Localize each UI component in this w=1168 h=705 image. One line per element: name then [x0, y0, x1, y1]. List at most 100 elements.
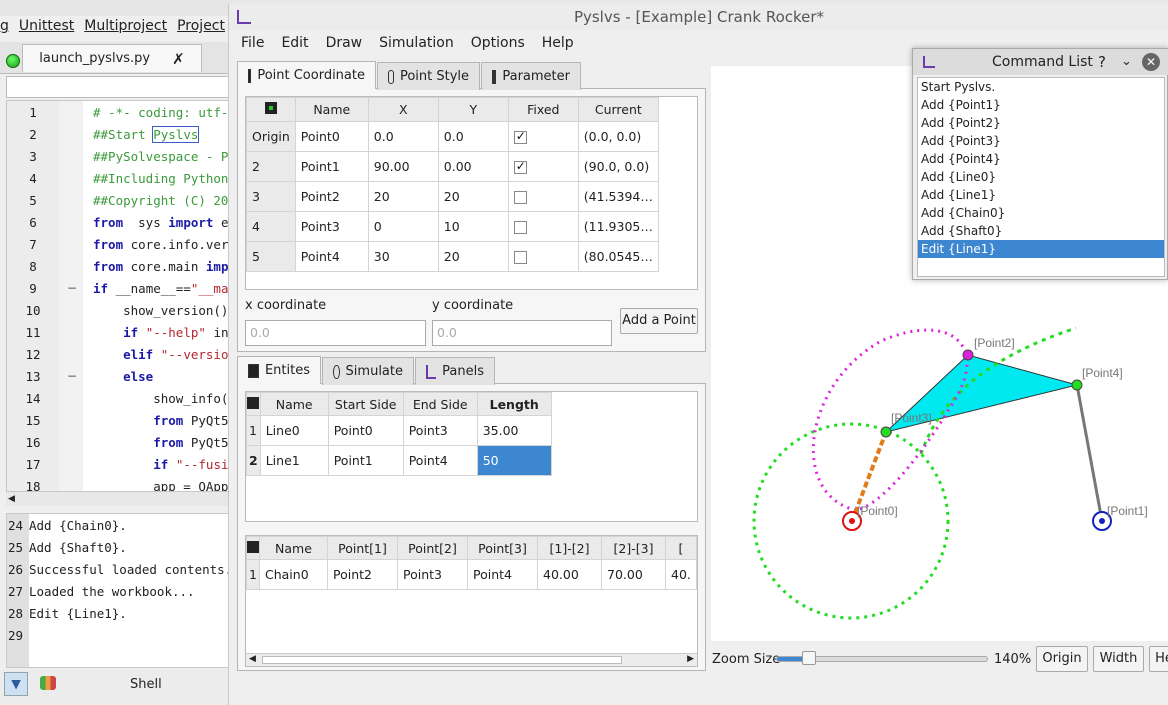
cell-current[interactable]: (0.0, 0.0) — [577, 121, 659, 152]
command-item[interactable]: Add {Point1} — [918, 96, 1164, 114]
cell-x[interactable]: 20 — [367, 181, 439, 212]
table-row[interactable]: 3 Point2 20 20 (41.5394… — [246, 181, 659, 212]
cell-end[interactable]: Point3 — [402, 415, 478, 446]
command-item[interactable]: Add {Point4} — [918, 150, 1164, 168]
column-header-chain-name[interactable]: Name — [259, 536, 328, 560]
close-icon[interactable]: ✗ — [172, 50, 185, 68]
column-header-point1[interactable]: Point[1] — [327, 536, 398, 560]
scrollbar-handle[interactable] — [262, 656, 622, 664]
cell-x[interactable]: 0 — [367, 211, 439, 242]
table-row[interactable]: 2Point190.000.00 (90.0, 0.0) — [246, 151, 659, 182]
cell-name[interactable]: Line0 — [259, 415, 329, 446]
table-row[interactable]: 4 Point3 0 10 (11.9305… — [246, 211, 659, 242]
column-header-point2[interactable]: Point[2] — [397, 536, 468, 560]
x-coordinate-input[interactable]: 0.0 — [245, 320, 426, 346]
menu-file[interactable]: File — [241, 35, 264, 51]
cell-y[interactable]: 0.0 — [437, 121, 509, 152]
editor-menu-item[interactable]: Multiproject — [84, 18, 167, 40]
cell-current[interactable]: (80.0545… — [577, 241, 659, 272]
scroll-left-arrow-icon[interactable]: ◀ — [8, 494, 15, 504]
cell-y[interactable]: 20 — [437, 241, 509, 272]
row-header[interactable]: 5 — [246, 241, 296, 272]
fixed-checkbox[interactable] — [513, 129, 527, 144]
tab-simulate[interactable]: Simulate — [322, 357, 414, 385]
column-header-name[interactable]: Name — [294, 97, 369, 122]
code-line[interactable]: from core.main impo — [93, 259, 231, 274]
command-item[interactable]: Add {Point2} — [918, 114, 1164, 132]
fold-toggle-icon[interactable]: − — [67, 369, 77, 383]
menu-options[interactable]: Options — [471, 35, 525, 51]
code-line[interactable]: elif "--version — [93, 347, 231, 362]
command-item[interactable]: Add {Line1} — [918, 186, 1164, 204]
cell-b[interactable]: 70.00 — [601, 559, 666, 590]
column-header-2-3[interactable]: [2]-[3] — [601, 536, 666, 560]
column-header-fixed[interactable]: Fixed — [507, 97, 579, 122]
tab-parameter[interactable]: Parameter — [481, 62, 581, 90]
column-header-x[interactable]: X — [367, 97, 439, 122]
editor-file-tab[interactable]: launch_pyslvs.py ✗ — [22, 44, 202, 72]
code-line[interactable]: from core.info.vers — [93, 237, 231, 252]
row-header[interactable]: 4 — [246, 211, 296, 242]
code-line[interactable]: app = QAppl — [93, 479, 231, 491]
code-line[interactable]: from sys import exi — [93, 215, 231, 230]
shell-tab-label[interactable]: Shell — [130, 677, 162, 692]
cell-p1[interactable]: Point2 — [327, 559, 398, 590]
cell-length[interactable]: 35.00 — [476, 415, 552, 446]
column-header-current[interactable]: Current — [577, 97, 659, 122]
cell-current[interactable]: (41.5394… — [577, 181, 659, 212]
menu-draw[interactable]: Draw — [326, 35, 363, 51]
palette-icon[interactable] — [40, 676, 56, 690]
command-list-titlebar[interactable]: Command List ? ⌄ ✕ — [913, 49, 1168, 75]
cell-y[interactable]: 10 — [437, 211, 509, 242]
menu-edit[interactable]: Edit — [281, 35, 308, 51]
command-item[interactable]: Start Pyslvs. — [918, 78, 1164, 96]
code-line[interactable]: show_info() — [93, 391, 231, 406]
editor-menu-item[interactable]: g — [0, 18, 9, 40]
cell-p2[interactable]: Point3 — [397, 559, 468, 590]
shell-console[interactable]: 24 Add {Chain0}. 25 Add {Shaft0}. 26 Successf… — [6, 513, 232, 668]
tab-entities[interactable]: Entites — [237, 356, 321, 384]
cell-p3[interactable]: Point4 — [467, 559, 538, 590]
cell-name[interactable]: Chain0 — [259, 559, 328, 590]
cell-y[interactable]: 0.00 — [437, 151, 509, 182]
code-line[interactable]: ##Including Python — [93, 171, 228, 186]
fixed-checkbox[interactable] — [513, 221, 527, 234]
column-header-y[interactable]: Y — [437, 97, 509, 122]
code-line[interactable]: else — [93, 369, 153, 384]
column-header-length[interactable]: Length — [476, 392, 552, 416]
tab-point-coordinate[interactable]: Point Coordinate — [237, 61, 376, 89]
points-table[interactable]: Name X Y Fixed Current Origin Point0 0.0 0.… — [246, 97, 659, 272]
row-header[interactable]: 2 — [246, 151, 296, 182]
code-line[interactable]: from PyQt5. — [93, 413, 231, 428]
rocker-link[interactable] — [1075, 384, 1104, 522]
fixed-cell[interactable] — [507, 181, 579, 212]
cell-name[interactable]: Line1 — [259, 445, 329, 476]
cell-c[interactable]: 40. — [665, 559, 697, 590]
fixed-checkbox[interactable] — [513, 191, 527, 204]
cell-length[interactable]: 50 — [476, 445, 552, 476]
cell-name[interactable]: Point0 — [294, 121, 369, 152]
cell-x[interactable]: 30 — [367, 241, 439, 272]
row-header[interactable]: 3 — [246, 181, 296, 212]
command-item[interactable]: Add {Line0} — [918, 168, 1164, 186]
fixed-cell[interactable] — [507, 121, 579, 152]
table-row[interactable]: 1 Line0 Point0 Point3 35.00 — [246, 415, 552, 446]
chain-table-frame[interactable]: Name Point[1] Point[2] Point[3] [1]-[2] … — [245, 535, 698, 667]
origin-button[interactable]: Origin — [1036, 646, 1088, 672]
chevron-down-icon[interactable]: ⌄ — [1121, 49, 1132, 75]
scroll-right-arrow-icon[interactable]: ▶ — [687, 654, 694, 664]
menu-help[interactable]: Help — [542, 35, 574, 51]
code-line[interactable]: ##PySolvespace - Py — [93, 149, 231, 164]
cell-start[interactable]: Point1 — [327, 445, 404, 476]
fold-toggle-icon[interactable]: − — [67, 281, 77, 295]
cell-end[interactable]: Point4 — [402, 445, 478, 476]
code-line[interactable]: ##Start Pyslvs — [93, 126, 200, 143]
lines-table-frame[interactable]: Name Start Side End Side Length 1 Line0 Po… — [245, 391, 698, 522]
code-line[interactable]: if "--fusic — [93, 457, 231, 472]
fixed-checkbox[interactable] — [513, 159, 527, 174]
cell-name[interactable]: Point4 — [294, 241, 369, 272]
zoom-slider[interactable] — [776, 651, 988, 665]
fixed-cell[interactable] — [507, 241, 579, 272]
tab-point-style[interactable]: Point Style — [377, 62, 480, 90]
column-header-end-side[interactable]: End Side — [402, 392, 478, 416]
